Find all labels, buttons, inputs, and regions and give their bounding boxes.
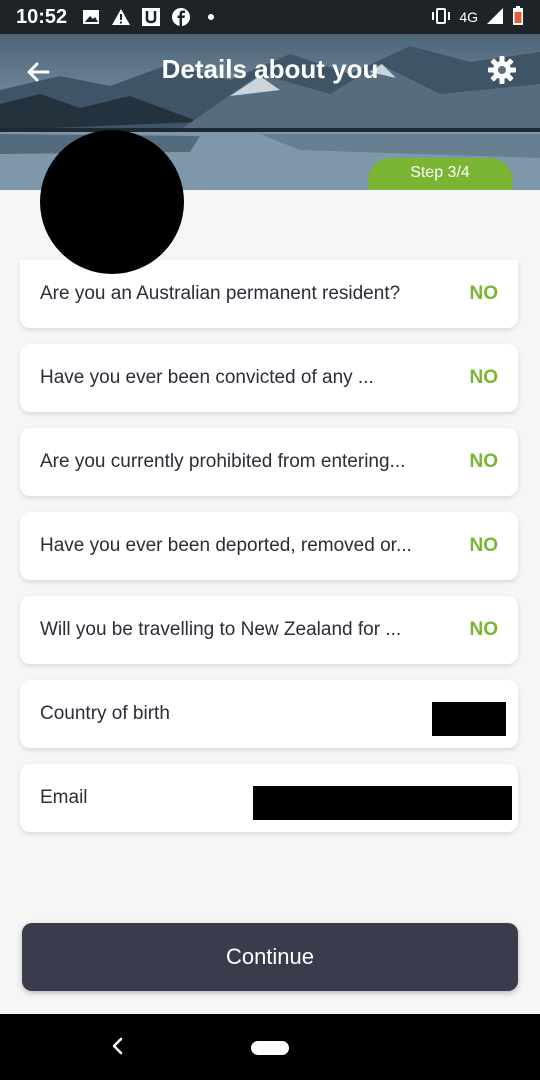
answer-value: NO (469, 619, 499, 640)
step-badge: Step 3/4 (368, 158, 512, 190)
image-icon (81, 7, 101, 27)
answer-value: NO (469, 367, 499, 388)
chevron-left-icon (112, 1037, 123, 1055)
warning-icon (111, 7, 131, 27)
continue-button[interactable]: Continue (22, 923, 518, 991)
nav-home-button[interactable] (251, 1041, 289, 1055)
answer-value: NO (469, 283, 499, 304)
question-card-deported[interactable]: Have you ever been deported, removed or.… (20, 512, 518, 580)
answer-value: NO (469, 535, 499, 556)
nav-back-button[interactable] (108, 1034, 128, 1058)
u-app-icon (141, 7, 161, 27)
system-nav-bar (0, 1014, 540, 1080)
field-label: Country of birth (40, 703, 170, 724)
question-card-prohibited[interactable]: Are you currently prohibited from enteri… (20, 428, 518, 496)
redacted-value (253, 786, 512, 820)
question-label: Are you an Australian permanent resident… (40, 283, 401, 304)
dot-icon (201, 7, 221, 27)
battery-icon (512, 5, 524, 29)
facebook-icon (171, 7, 191, 27)
status-bar: 10:52 4G (0, 0, 540, 34)
question-label: Are you currently prohibited from enteri… (40, 451, 406, 472)
avatar (40, 130, 184, 274)
gear-icon (488, 56, 516, 84)
question-label: Will you be travelling to New Zealand fo… (40, 619, 402, 640)
question-card-convicted[interactable]: Have you ever been convicted of any ... … (20, 344, 518, 412)
question-card-travelling[interactable]: Will you be travelling to New Zealand fo… (20, 596, 518, 664)
system-icons: 4G (431, 5, 524, 29)
network-label: 4G (459, 9, 478, 25)
redacted-value (432, 702, 506, 736)
signal-icon (486, 7, 504, 28)
vibrate-icon (431, 7, 451, 27)
answer-value: NO (469, 451, 499, 472)
settings-button[interactable] (486, 54, 518, 86)
notification-icons (81, 7, 221, 27)
question-label: Have you ever been deported, removed or.… (40, 535, 412, 556)
status-time: 10:52 (16, 5, 68, 28)
country-of-birth-field[interactable]: Country of birth (20, 680, 518, 748)
page-title: Details about you (161, 54, 379, 84)
question-label: Have you ever been convicted of any ... (40, 367, 374, 388)
email-field[interactable]: Email (20, 764, 518, 832)
